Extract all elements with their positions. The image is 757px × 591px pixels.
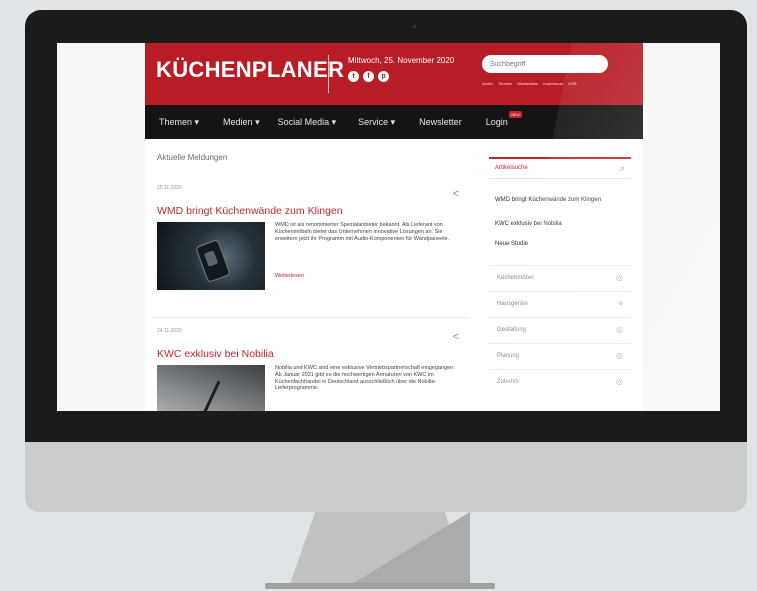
facebook-icon[interactable]: f bbox=[363, 71, 374, 82]
pinterest-icon[interactable]: p bbox=[378, 71, 389, 82]
sidebar-category[interactable]: Zubehör ◎ bbox=[489, 369, 631, 395]
sidebar-search-label: Artikelsuche bbox=[495, 165, 528, 171]
sidebar-category[interactable]: Planung ◎ bbox=[489, 343, 631, 369]
sidebar-category-label: Küchenmöbel bbox=[497, 275, 534, 281]
website: KÜCHENPLANER Mittwoch, 25. November 2020… bbox=[145, 43, 643, 411]
nav-item-themen[interactable]: Themen ▾ bbox=[159, 117, 199, 128]
sidebar-category[interactable]: Gestaltung ◎ bbox=[489, 317, 631, 343]
site-logo[interactable]: KÜCHENPLANER bbox=[156, 57, 344, 83]
header-date: Mittwoch, 25. November 2020 bbox=[348, 56, 455, 65]
sidebar-search[interactable]: Artikelsuche ⌕ bbox=[489, 157, 631, 179]
sidebar-category-label: Hausgeräte bbox=[497, 301, 529, 307]
article-image[interactable] bbox=[157, 222, 265, 290]
sidebar-category-label: Planung bbox=[497, 353, 520, 359]
nav-item-login-label: Login bbox=[485, 117, 508, 127]
article-excerpt: WMD ist als renommierter Spezialanbieter… bbox=[275, 222, 450, 242]
share-icon[interactable]: < bbox=[453, 331, 459, 343]
nav-item-login[interactable]: Login NEU bbox=[485, 111, 522, 127]
category-icon: ◎ bbox=[616, 351, 623, 360]
header-links: Archiv Termine Mediadaten Impressum AGB bbox=[482, 81, 577, 86]
sidebar-category[interactable]: Küchenmöbel ◎ bbox=[489, 265, 631, 291]
article-title[interactable]: WMD bringt Küchenwände zum Klingen bbox=[157, 205, 343, 217]
new-badge: NEU bbox=[509, 111, 522, 118]
article-excerpt: Nobilia und KWC sind eine exklusive Vert… bbox=[275, 365, 455, 392]
category-icon: ◎ bbox=[616, 325, 623, 334]
camera-dot bbox=[413, 25, 416, 28]
nav-item-newsletter[interactable]: Newsletter bbox=[419, 117, 462, 127]
article-card: 24.11.2020 < KWC exklusiv bei Nobilia No… bbox=[151, 317, 469, 411]
share-icon[interactable]: < bbox=[453, 188, 459, 200]
phone-screen bbox=[203, 250, 219, 267]
header-link[interactable]: Termine bbox=[498, 81, 512, 86]
nav-item-service[interactable]: Service ▾ bbox=[358, 117, 395, 128]
faucet-illustration bbox=[196, 380, 221, 411]
header-link[interactable]: Impressum bbox=[543, 81, 563, 86]
site-header: KÜCHENPLANER Mittwoch, 25. November 2020… bbox=[145, 43, 643, 105]
category-icon: ≡ bbox=[618, 299, 623, 308]
social-links: t f p bbox=[348, 71, 389, 82]
monitor-stand-base bbox=[265, 583, 495, 589]
article-title[interactable]: KWC exklusiv bei Nobilia bbox=[157, 348, 274, 360]
sidebar-category[interactable]: Hausgeräte ≡ bbox=[489, 291, 631, 317]
sidebar-link[interactable]: KWC exklusiv bei Nobilia bbox=[495, 221, 625, 229]
sidebar-link[interactable]: Neue Studie bbox=[495, 241, 625, 249]
monitor-chin bbox=[25, 442, 747, 512]
sidebar-link[interactable]: WMD bringt Küchenwände zum Klingen bbox=[495, 197, 625, 205]
search-icon[interactable]: ⌕ bbox=[620, 163, 625, 174]
sidebar-category-label: Gestaltung bbox=[497, 327, 527, 333]
category-icon: ◎ bbox=[616, 377, 623, 386]
header-link[interactable]: AGB bbox=[568, 81, 576, 86]
monitor-screen: KÜCHENPLANER Mittwoch, 25. November 2020… bbox=[57, 43, 720, 411]
nav-item-social-media[interactable]: Social Media ▾ bbox=[278, 117, 337, 128]
article-image[interactable] bbox=[157, 365, 265, 411]
search-input[interactable] bbox=[482, 55, 608, 73]
phone-illustration bbox=[195, 239, 231, 283]
nav-item-medien[interactable]: Medien ▾ bbox=[223, 117, 260, 128]
twitter-icon[interactable]: t bbox=[348, 71, 359, 82]
category-icon: ◎ bbox=[616, 273, 623, 282]
sidebar: Artikelsuche ⌕ WMD bringt Küchenwände zu… bbox=[485, 153, 637, 411]
article-card: 25.11.2020 < WMD bringt Küchenwände zum … bbox=[151, 175, 469, 301]
header-link[interactable]: Archiv bbox=[482, 81, 493, 86]
article-date: 25.11.2020 bbox=[157, 185, 182, 191]
main-nav: Themen ▾ Medien ▾ Social Media ▾ Service… bbox=[145, 105, 643, 139]
header-link[interactable]: Mediadaten bbox=[517, 81, 538, 86]
header-divider bbox=[328, 55, 329, 93]
sidebar-category-label: Zubehör bbox=[497, 379, 520, 385]
read-more-link[interactable]: Weiterlesen bbox=[275, 273, 304, 279]
article-date: 24.11.2020 bbox=[157, 328, 182, 334]
section-title: Aktuelle Meldungen bbox=[157, 153, 228, 162]
news-column: Aktuelle Meldungen 25.11.2020 < WMD brin… bbox=[145, 139, 477, 411]
